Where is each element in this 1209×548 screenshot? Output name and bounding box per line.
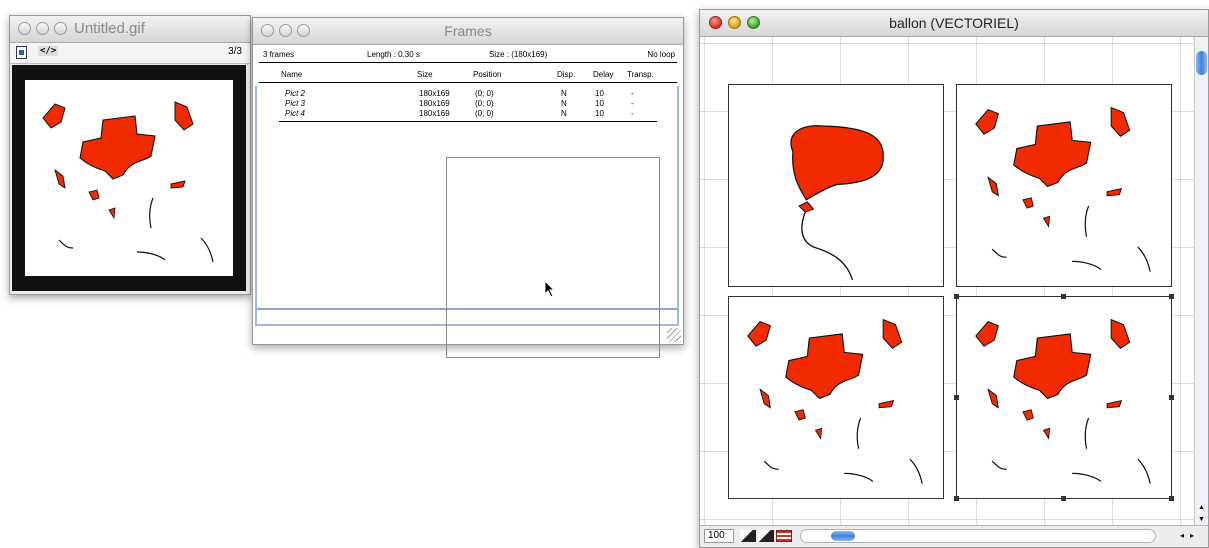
scroll-left-arrow-icon[interactable]: ◂ xyxy=(1180,531,1184,540)
row-name: Pict 2 xyxy=(285,89,306,98)
document-icon[interactable] xyxy=(16,46,27,59)
gif-canvas-frame xyxy=(12,65,246,291)
selection-handle[interactable] xyxy=(1169,395,1174,400)
window-title: ballon (VECTORIEL) xyxy=(889,15,1019,31)
untitled-titlebar[interactable]: Untitled.gif xyxy=(10,16,250,43)
selection-handle[interactable] xyxy=(1061,294,1066,299)
row-size: 180x169 xyxy=(419,89,450,98)
drag-outline xyxy=(446,157,660,358)
column-header-position[interactable]: Position xyxy=(473,70,501,79)
untitled-gif-window: Untitled.gif </> 3/3 xyxy=(9,15,251,295)
mountain-view-icon[interactable] xyxy=(740,530,756,542)
frames-table-header: Name Size Position Disp. Delay Transp. xyxy=(259,68,677,83)
minimize-button[interactable] xyxy=(36,22,49,35)
row-delay: 10 xyxy=(595,89,604,98)
horizontal-scroll-thumb[interactable] xyxy=(831,531,855,541)
frame-panel[interactable] xyxy=(728,84,944,287)
code-icon[interactable]: </> xyxy=(38,46,59,56)
vector-titlebar[interactable]: ballon (VECTORIEL) xyxy=(700,10,1208,37)
row-size: 180x169 xyxy=(419,109,450,118)
row-name: Pict 4 xyxy=(285,109,306,118)
scroll-right-arrow-icon[interactable]: ▸ xyxy=(1190,531,1194,540)
scroll-down-arrow-icon[interactable]: ▼ xyxy=(1198,516,1205,523)
table-row[interactable]: Pict 2 180x169 (0; 0) N 10 - xyxy=(257,89,677,99)
bottom-toolbar: 100 ◂ ▸ xyxy=(700,525,1208,547)
zoom-button[interactable] xyxy=(54,22,67,35)
selection-handle[interactable] xyxy=(1169,496,1174,501)
vertical-scrollbar[interactable]: ▲ ▼ xyxy=(1194,37,1208,527)
row-disp: N xyxy=(561,89,567,98)
arrow-cursor-icon xyxy=(544,280,556,298)
gif-toolbar: </> 3/3 xyxy=(10,43,250,64)
row-transp: - xyxy=(631,109,634,118)
row-position: (0; 0) xyxy=(475,89,494,98)
row-disp: N xyxy=(561,109,567,118)
balloon-image xyxy=(790,125,884,281)
row-delay: 10 xyxy=(595,99,604,108)
burst-balloon-image xyxy=(42,101,214,263)
zoom-level[interactable]: 100 xyxy=(704,529,734,543)
frame-panel[interactable] xyxy=(728,296,944,499)
frame-panel-selected[interactable] xyxy=(954,294,1174,501)
burst-balloon-image xyxy=(975,318,1151,485)
scroll-up-arrow-icon[interactable]: ▲ xyxy=(1198,504,1205,511)
selection-handle[interactable] xyxy=(1061,496,1066,501)
vertical-scroll-thumb[interactable] xyxy=(1196,51,1207,75)
column-header-disp[interactable]: Disp. xyxy=(557,70,575,79)
column-header-size[interactable]: Size xyxy=(417,70,433,79)
gif-canvas xyxy=(25,80,233,276)
table-row[interactable]: Pict 3 180x169 (0; 0) N 10 - xyxy=(257,99,677,109)
frames-length: Length : 0.30 s xyxy=(367,50,420,59)
window-title: Untitled.gif xyxy=(74,20,145,37)
frames-count: 3 frames xyxy=(263,50,295,59)
close-button[interactable] xyxy=(18,22,31,35)
burst-balloon-image xyxy=(747,318,923,485)
burst-balloon-image xyxy=(975,106,1151,273)
rows-end-divider xyxy=(279,121,657,122)
horizontal-scrollbar[interactable] xyxy=(800,529,1156,543)
vector-window: ballon (VECTORIEL) ▲ ▼ 100 ◂ ▸ xyxy=(699,9,1209,548)
row-position: (0; 0) xyxy=(475,109,494,118)
selection-handle[interactable] xyxy=(954,294,959,299)
selection-handle[interactable] xyxy=(1169,294,1174,299)
row-position: (0; 0) xyxy=(475,99,494,108)
loop-status[interactable]: No loop xyxy=(647,50,675,59)
column-header-delay[interactable]: Delay xyxy=(593,70,613,79)
frames-summary: 3 frames Length : 0.30 s Size : (180x169… xyxy=(259,48,677,63)
table-row[interactable]: Pict 4 180x169 (0; 0) N 10 - xyxy=(257,109,677,119)
row-delay: 10 xyxy=(595,109,604,118)
mountain-view-alt-icon[interactable] xyxy=(758,530,774,542)
frames-titlebar[interactable]: Frames xyxy=(253,18,683,45)
resize-grip[interactable] xyxy=(667,328,681,342)
window-title: Frames xyxy=(444,23,492,39)
column-header-name[interactable]: Name xyxy=(281,70,302,79)
frames-size: Size : (180x169) xyxy=(489,50,548,59)
selection-handle[interactable] xyxy=(954,395,959,400)
row-name: Pict 3 xyxy=(285,99,306,108)
frame-counter: 3/3 xyxy=(228,46,242,57)
row-size: 180x169 xyxy=(419,99,450,108)
selection-handle[interactable] xyxy=(954,496,959,501)
row-disp: N xyxy=(561,99,567,108)
frame-panel[interactable] xyxy=(956,84,1172,287)
vector-canvas[interactable] xyxy=(700,37,1194,527)
row-transp: - xyxy=(631,99,634,108)
row-transp: - xyxy=(631,89,634,98)
layers-icon[interactable] xyxy=(776,530,792,542)
column-header-transp[interactable]: Transp. xyxy=(627,70,654,79)
